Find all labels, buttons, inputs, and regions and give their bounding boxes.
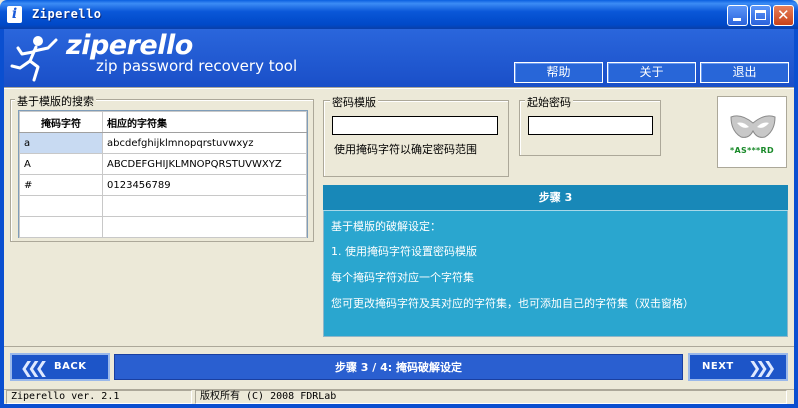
minimize-button[interactable] xyxy=(727,5,748,26)
charset-cell[interactable]: abcdefghijklmnopqrstuvwxyz xyxy=(102,132,307,154)
table-row[interactable] xyxy=(19,195,307,217)
status-version: Ziperello ver. 2.1 xyxy=(6,390,192,404)
mask-badge: *AS***RD xyxy=(717,96,787,168)
table-row[interactable]: A ABCDEFGHIJKLMNOPQRSTUVWXYZ xyxy=(19,153,307,175)
chevrons-right-icon: ❯❯❯ xyxy=(748,358,776,377)
start-password-title: 起始密码 xyxy=(525,94,573,110)
close-icon: ✕ xyxy=(777,6,790,24)
close-button[interactable]: ✕ xyxy=(773,5,794,26)
minimize-icon xyxy=(733,18,741,21)
table-row[interactable]: a abcdefghijklmnopqrstuvwxyz xyxy=(19,132,307,154)
charset-cell[interactable] xyxy=(102,195,307,217)
exit-button[interactable]: 退出 xyxy=(700,62,789,83)
column-header-charset[interactable]: 相应的字符集 xyxy=(102,111,307,133)
mask-char-cell[interactable] xyxy=(19,216,103,238)
step-line: 每个掩码字符对应一个字符集 xyxy=(331,271,474,284)
password-mask-input[interactable] xyxy=(332,116,498,135)
back-button-label: BACK xyxy=(54,361,87,372)
step-line: 您可更改掩码字符及其对应的字符集，也可添加自己的字符集（双击窗格） xyxy=(331,297,694,310)
window-title: Ziperello xyxy=(32,7,102,21)
step-panel-title: 步骤 3 xyxy=(323,185,788,211)
start-password-input[interactable] xyxy=(528,116,653,135)
charset-grid[interactable]: 掩码字符 相应的字符集 a abcdefghijklmnopqrstuvwxyz… xyxy=(18,110,308,238)
mask-char-cell[interactable]: A xyxy=(19,153,103,175)
help-button[interactable]: 帮助 xyxy=(514,62,603,83)
status-copyright: 版权所有 (C) 2008 FDRLab xyxy=(195,390,787,404)
step-line: 基于模版的破解设定： xyxy=(331,220,441,233)
runner-logo-icon xyxy=(10,36,58,82)
mask-char-cell[interactable]: # xyxy=(19,174,103,196)
eye-mask-icon xyxy=(730,115,776,138)
title-bar: i Ziperello ✕ xyxy=(0,0,798,29)
brand-tagline: zip password recovery tool xyxy=(96,57,298,75)
app-info-icon[interactable]: i xyxy=(7,6,22,23)
next-button-label: NEXT xyxy=(702,361,734,372)
table-row[interactable] xyxy=(19,216,307,238)
about-button[interactable]: 关于 xyxy=(607,62,696,83)
charset-cell[interactable] xyxy=(102,216,307,238)
step-progress-label: 步骤 3 / 4: 掩码破解设定 xyxy=(114,354,683,380)
template-search-title: 基于模版的搜索 xyxy=(15,93,96,109)
column-header-mask-char[interactable]: 掩码字符 xyxy=(19,111,103,133)
charset-cell[interactable]: ABCDEFGHIJKLMNOPQRSTUVWXYZ xyxy=(102,153,307,175)
mask-char-cell[interactable]: a xyxy=(19,132,103,154)
password-mask-hint: 使用掩码字符以确定密码范围 xyxy=(334,143,477,156)
maximize-button[interactable] xyxy=(750,5,771,26)
step-line: 1. 使用掩码字符设置密码模版 xyxy=(331,245,477,258)
charset-cell[interactable]: 0123456789 xyxy=(102,174,307,196)
password-mask-title: 密码模版 xyxy=(330,94,378,110)
mask-char-cell[interactable] xyxy=(19,195,103,217)
table-row[interactable]: # 0123456789 xyxy=(19,174,307,196)
badge-text: *AS***RD xyxy=(730,146,774,155)
chevrons-left-icon: ❮❮❮ xyxy=(20,358,48,377)
nav-divider xyxy=(4,346,794,347)
next-button[interactable]: NEXT ❯❯❯ xyxy=(688,353,788,381)
password-mask-group xyxy=(323,100,509,177)
banner-divider xyxy=(4,87,794,89)
back-button[interactable]: ❮❮❮ BACK xyxy=(10,353,110,381)
maximize-icon xyxy=(755,10,766,20)
